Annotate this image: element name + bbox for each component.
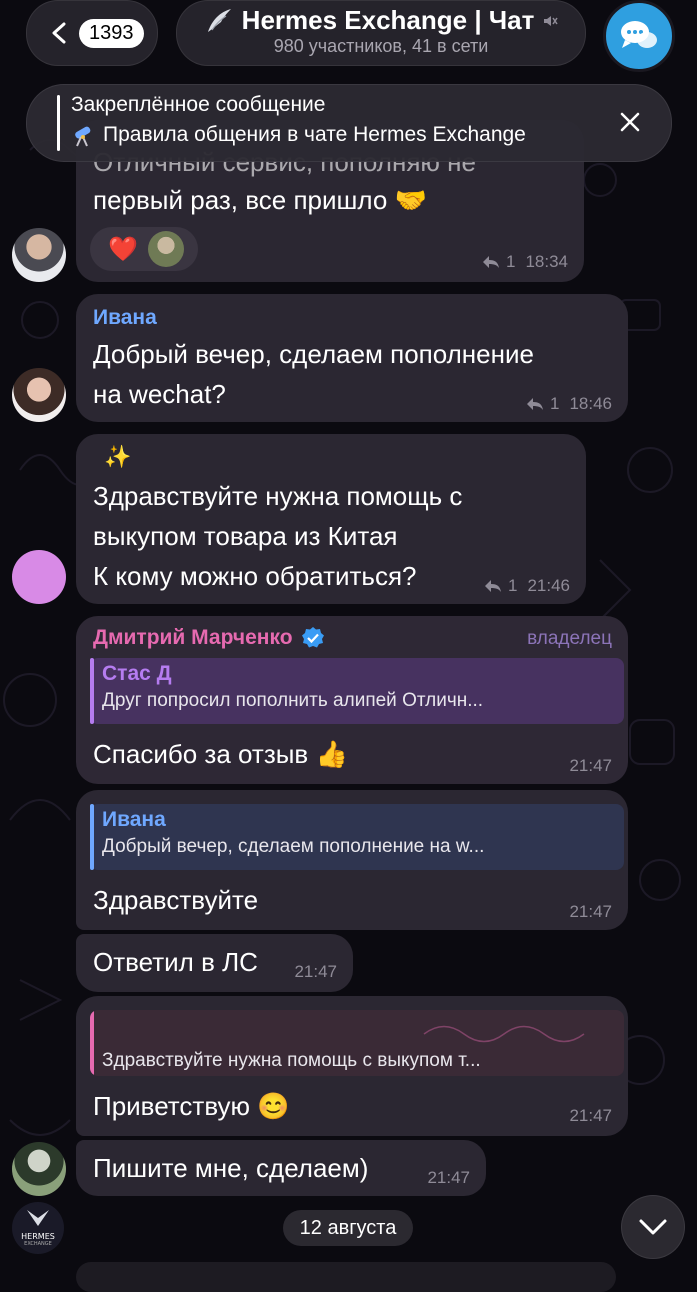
user-avatar[interactable] [12, 550, 66, 604]
chat-title: Hermes Exchange | Чат [241, 5, 535, 35]
message-time: 21:47 [294, 962, 337, 981]
reply-quote[interactable]: Ивана Добрый вечер, сделаем пополнение н… [90, 804, 624, 870]
reply-quote[interactable]: Здравствуйте нужна помощь с выкупом т... [90, 1010, 624, 1076]
message-time: 18:46 [569, 394, 612, 413]
chat-bubbles-icon [621, 21, 657, 48]
message-time: 21:47 [569, 756, 612, 775]
message-text-line: К кому можно обратиться? [93, 561, 417, 591]
message-meta: 21:47 [569, 756, 612, 776]
telescope-emoji-icon [75, 126, 91, 147]
message-meta: 1 18:34 [482, 252, 568, 272]
message-meta: 1 18:46 [526, 394, 612, 414]
reply-count: 1 [549, 394, 560, 413]
message-text-line: Здравствуйте нужна помощь с [93, 481, 463, 511]
chevron-left-icon [52, 22, 66, 44]
wing-icon [207, 8, 231, 32]
sparkle-emoji: ✨ [104, 444, 132, 469]
hermes-logo[interactable]: HERMES EXCHANGE [12, 1202, 64, 1254]
pinned-message-bar[interactable]: Закреплённое сообщение Правила общения в… [26, 84, 672, 162]
user-avatar[interactable] [12, 1142, 66, 1196]
reply-arrow-icon [484, 580, 501, 592]
message-bubble[interactable]: Ивана Добрый вечер, сделаем пополнение н… [76, 294, 628, 422]
message-bubble[interactable]: Здравствуйте нужна помощь с выкупом т...… [76, 996, 628, 1136]
reply-author: Ивана [102, 808, 166, 831]
message-meta: 21:47 [569, 1106, 612, 1126]
sender-name: Дмитрий Марченко [93, 626, 293, 649]
chat-avatar[interactable] [603, 0, 675, 72]
input-bar-edge[interactable] [76, 1262, 616, 1292]
unread-count-badge: 1393 [79, 18, 144, 48]
message-text: Спасибо за отзыв 👍 [93, 739, 348, 769]
message-meta: 21:47 [294, 962, 337, 982]
message-text: Пишите мне, сделаем) [93, 1153, 369, 1183]
reactor-avatar [147, 231, 184, 267]
user-avatar[interactable] [12, 368, 66, 422]
logo-subtext: EXCHANGE [24, 1241, 52, 1247]
user-avatar[interactable] [12, 228, 66, 282]
message-bubble[interactable]: Ответил в ЛС 21:47 [76, 934, 353, 992]
message-text-line: Добрый вечер, сделаем пополнение [93, 339, 534, 369]
reply-thumbnail-pattern [423, 1025, 585, 1043]
date-divider: 12 августа [283, 1210, 413, 1246]
pinned-title: Закреплённое сообщение [71, 93, 326, 116]
message-bubble[interactable]: Пишите мне, сделаем) 21:47 [76, 1140, 486, 1196]
pinned-indicator [57, 95, 60, 151]
reply-arrow-icon [482, 256, 499, 268]
message-text-line: выкупом товара из Китая [93, 521, 398, 551]
message-bubble[interactable]: Дмитрий Марченко владелец Стас Д Друг по… [76, 616, 628, 784]
pinned-preview: Правила общения в чате Hermes Exchange [71, 123, 526, 147]
back-button[interactable]: 1393 [26, 0, 158, 66]
muted-icon [544, 15, 558, 26]
reply-quote-bar [90, 658, 94, 724]
message-text: Здравствуйте [93, 885, 259, 915]
sender-row: Дмитрий Марченко [93, 626, 325, 650]
message-meta: 21:47 [427, 1168, 470, 1188]
message-time: 21:47 [569, 902, 612, 921]
message-text: Ответил в ЛС [93, 947, 258, 977]
reply-text: Добрый вечер, сделаем пополнение на w... [102, 836, 485, 857]
message-time: 21:47 [569, 1106, 612, 1125]
message-time: 21:47 [427, 1168, 470, 1187]
chevron-down-icon [639, 1219, 667, 1235]
reply-quote[interactable]: Стас Д Друг попросил пополнить алипей От… [90, 658, 624, 724]
pinned-text: Правила общения в чате Hermes Exchange [103, 123, 526, 146]
message-text-line: на wechat? [93, 379, 226, 409]
message-bubble[interactable]: Ивана Добрый вечер, сделаем пополнение н… [76, 790, 628, 930]
message-text: первый раз, все пришло 🤝 [93, 185, 427, 215]
reply-quote-bar [90, 804, 94, 870]
message-meta: 21:47 [569, 902, 612, 922]
message-time: 18:34 [525, 252, 568, 271]
owner-badge: владелец [527, 628, 612, 649]
message-bubble[interactable]: ✨ Здравствуйте нужна помощь с выкупом то… [76, 434, 586, 604]
sender-name: Ивана [93, 306, 157, 329]
reply-quote-bar [90, 1010, 94, 1076]
reply-count: 1 [505, 252, 516, 271]
heart-reaction[interactable]: ❤️ [108, 235, 138, 264]
close-icon[interactable] [619, 111, 641, 133]
reactions[interactable]: ❤️ [90, 227, 198, 271]
reply-text: Друг попросил пополнить алипей Отличн... [102, 690, 484, 711]
reply-text: Здравствуйте нужна помощь с выкупом т... [102, 1050, 481, 1071]
chat-subtitle: 980 участников, 41 в сети [273, 36, 489, 56]
scroll-down-button[interactable] [621, 1195, 685, 1259]
message-text: Приветствую 😊 [93, 1091, 290, 1121]
verified-icon [301, 627, 324, 648]
reply-count: 1 [507, 576, 518, 595]
reply-arrow-icon [526, 398, 543, 410]
message-meta: 1 21:46 [484, 576, 570, 596]
wing-icon [27, 1210, 49, 1226]
chat-title-bar[interactable]: Hermes Exchange | Чат 980 участников, 41… [176, 0, 586, 66]
reply-author: Стас Д [102, 662, 172, 685]
message-time: 21:46 [527, 576, 570, 595]
logo-text: HERMES [21, 1232, 55, 1241]
